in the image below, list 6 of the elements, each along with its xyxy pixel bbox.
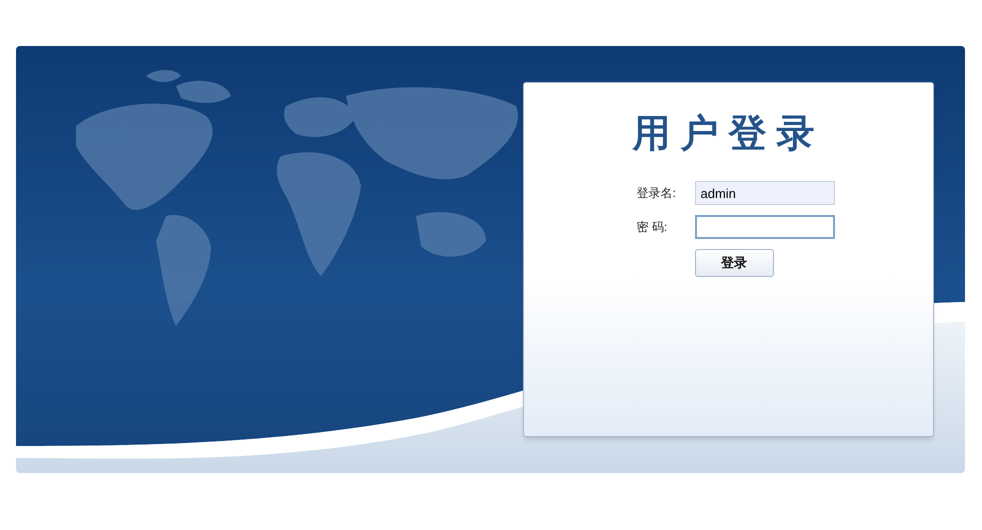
login-title: 用户登录 [632,111,824,155]
field-label: 密 码: [636,219,668,236]
username-field[interactable]: admin [694,181,834,205]
password-field[interactable] [694,215,834,239]
field-label: 登录名: [636,185,677,202]
login-button[interactable]: 登录 [694,249,774,277]
